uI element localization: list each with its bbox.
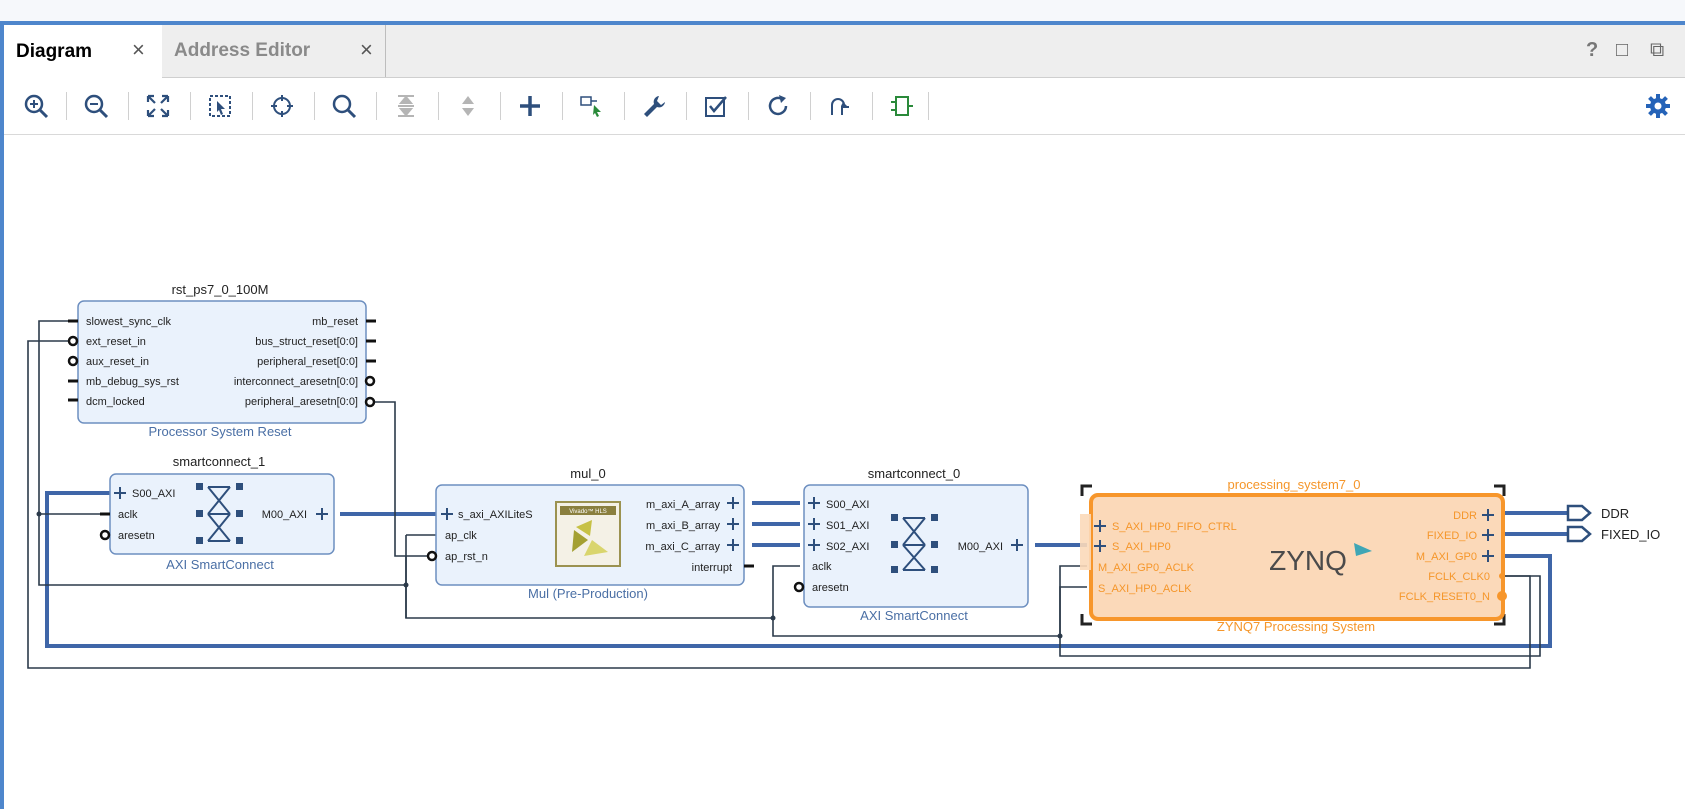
block-instance-name: processing_system7_0 bbox=[1228, 477, 1361, 492]
port-label: ap_rst_n bbox=[445, 551, 488, 563]
port-label: M00_AXI bbox=[958, 541, 1003, 553]
port-label: dcm_locked bbox=[86, 396, 145, 408]
wire-periph-aresetn[interactable] bbox=[368, 401, 438, 557]
external-port-fixed-io[interactable]: FIXED_IO bbox=[1566, 525, 1660, 543]
block-instance-name: smartconnect_0 bbox=[868, 466, 961, 481]
port-label: FCLK_RESET0_N bbox=[1399, 591, 1490, 603]
port-label: DDR bbox=[1601, 506, 1629, 521]
port-label: aclk bbox=[118, 509, 138, 521]
block-smartconnect-1[interactable]: smartconnect_1 AXI SmartConnect S00_AXI … bbox=[99, 454, 335, 572]
vivado-hls-logo: Vivado™ HLS bbox=[555, 501, 621, 567]
port-label: peripheral_aresetn[0:0] bbox=[245, 396, 358, 408]
port-label: aresetn bbox=[812, 582, 849, 594]
block-mul-0[interactable]: mul_0 Mul (Pre-Production) s_axi_AXILite… bbox=[426, 466, 754, 601]
port-label: S01_AXI bbox=[826, 520, 869, 532]
port-label: mb_debug_sys_rst bbox=[86, 376, 179, 388]
port-label: FCLK_CLK0 bbox=[1428, 571, 1490, 583]
port-label: bus_struct_reset[0:0] bbox=[255, 336, 358, 348]
port-label: S_AXI_HP0_ACLK bbox=[1098, 583, 1192, 595]
port-label: m_axi_A_array bbox=[646, 499, 720, 511]
block-type-label: AXI SmartConnect bbox=[166, 557, 274, 572]
port-label: M_AXI_GP0 bbox=[1416, 551, 1477, 563]
block-instance-name: rst_ps7_0_100M bbox=[172, 282, 269, 297]
port-label: S_AXI_HP0_FIFO_CTRL bbox=[1112, 521, 1237, 533]
external-ports: DDR FIXED_IO bbox=[1566, 504, 1660, 543]
svg-text:Vivado™ HLS: Vivado™ HLS bbox=[569, 508, 607, 515]
port-label: mb_reset bbox=[312, 316, 358, 328]
vivado-block-design-window: Diagram × Address Editor × ? □ ⧉ rst_ps7… bbox=[0, 0, 1685, 809]
block-type-label: ZYNQ7 Processing System bbox=[1217, 619, 1375, 634]
port-label: DDR bbox=[1453, 510, 1477, 522]
port-label: S00_AXI bbox=[826, 499, 869, 511]
port-label: ap_clk bbox=[445, 530, 477, 542]
port-label: interconnect_aresetn[0:0] bbox=[234, 376, 358, 388]
svg-text:ZYNQ: ZYNQ bbox=[1269, 545, 1347, 576]
port-label: ext_reset_in bbox=[86, 336, 146, 348]
block-type-label: AXI SmartConnect bbox=[860, 608, 968, 623]
port-label: S_AXI_HP0 bbox=[1112, 541, 1171, 553]
port-label: M_AXI_GP0_ACLK bbox=[1098, 562, 1195, 574]
port-label: m_axi_C_array bbox=[645, 541, 720, 553]
port-label: s_axi_AXILiteS bbox=[458, 509, 533, 521]
block-type-label: Mul (Pre-Production) bbox=[528, 586, 648, 601]
port-label: m_axi_B_array bbox=[646, 520, 720, 532]
port-label: aclk bbox=[812, 561, 832, 573]
port-label: interrupt bbox=[692, 562, 732, 574]
port-label: S02_AXI bbox=[826, 541, 869, 553]
port-label: M00_AXI bbox=[262, 509, 307, 521]
block-processing-system7[interactable]: processing_system7_0 ZYNQ7 Processing Sy… bbox=[1080, 477, 1507, 634]
block-diagram-canvas: rst_ps7_0_100M Processor System Reset sl… bbox=[27, 282, 1660, 669]
block-instance-name: smartconnect_1 bbox=[173, 454, 266, 469]
port-label: peripheral_reset[0:0] bbox=[257, 356, 358, 368]
port-label: FIXED_IO bbox=[1427, 530, 1478, 542]
port-label: FIXED_IO bbox=[1601, 527, 1660, 542]
port-label: aresetn bbox=[118, 530, 155, 542]
block-rst-ps7[interactable]: rst_ps7_0_100M Processor System Reset sl… bbox=[67, 282, 376, 439]
block-instance-name: mul_0 bbox=[570, 466, 605, 481]
port-label: slowest_sync_clk bbox=[86, 316, 171, 328]
block-smartconnect-0[interactable]: smartconnect_0 AXI SmartConnect S00_AXI … bbox=[793, 466, 1029, 623]
external-port-ddr[interactable]: DDR bbox=[1566, 504, 1629, 522]
port-label: S00_AXI bbox=[132, 488, 175, 500]
block-type-label: Processor System Reset bbox=[148, 424, 291, 439]
port-label: aux_reset_in bbox=[86, 356, 149, 368]
